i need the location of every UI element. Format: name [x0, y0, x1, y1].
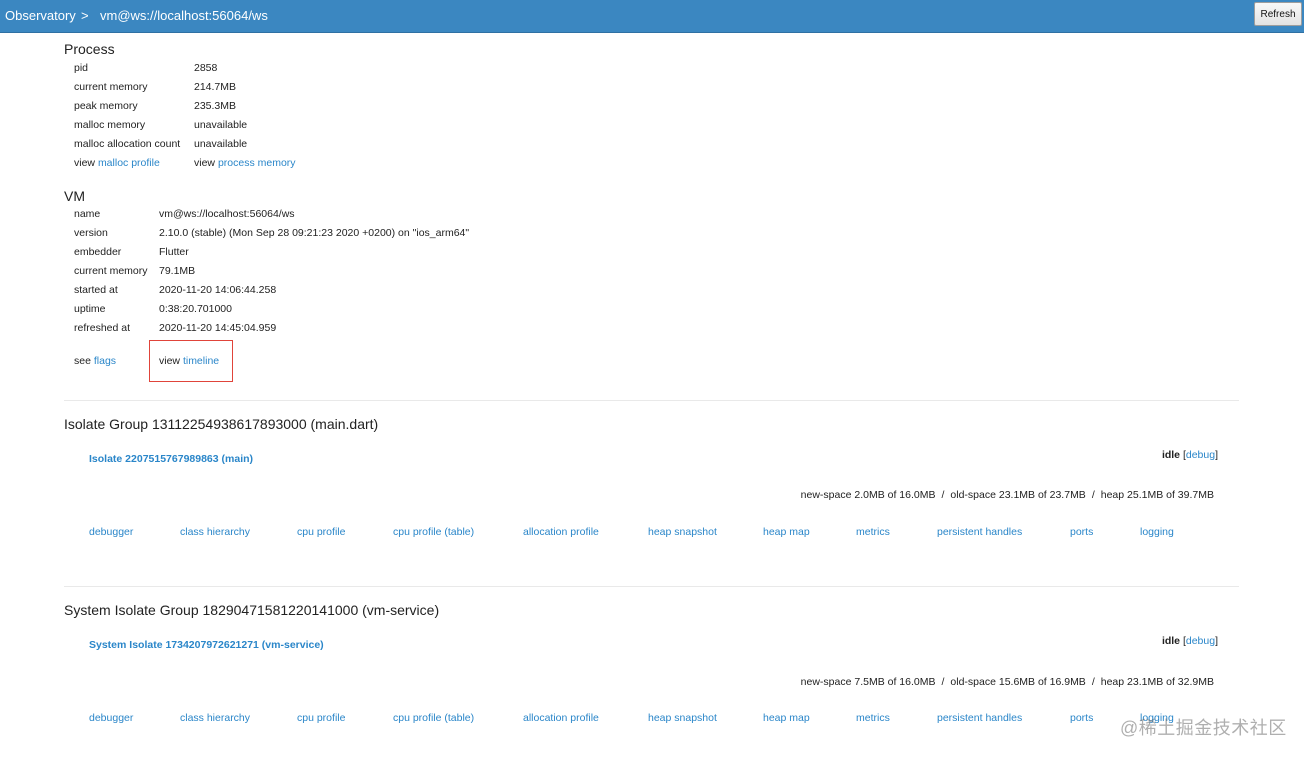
vm-refreshed-at-label: refreshed at — [74, 322, 131, 334]
new-space-usage: new-space 2.0MB of 16.0MB — [800, 489, 936, 501]
view-malloc-profile: view malloc profile — [74, 157, 160, 169]
refresh-button[interactable]: Refresh — [1254, 2, 1302, 26]
vm-embedder-label: embedder — [74, 246, 122, 258]
flags-link[interactable]: flags — [94, 355, 116, 367]
malloc-profile-link[interactable]: malloc profile — [98, 157, 160, 169]
heap-snapshot-link[interactable]: heap snapshot — [648, 526, 717, 538]
view-prefix: view — [194, 157, 216, 169]
process-peak-memory-label: peak memory — [74, 100, 138, 112]
isolate-links-row: debugger class hierarchy cpu profile cpu… — [0, 712, 1304, 726]
isolate-links-row: debugger class hierarchy cpu profile cpu… — [0, 526, 1304, 540]
process-pid-value: 2858 — [194, 62, 218, 74]
heap-snapshot-link[interactable]: heap snapshot — [648, 712, 717, 724]
process-current-memory-label: current memory — [74, 81, 148, 93]
vm-section-title: VM — [64, 188, 85, 204]
vm-uptime-label: uptime — [74, 303, 106, 315]
process-memory-link[interactable]: process memory — [218, 157, 296, 169]
cpu-profile-link[interactable]: cpu profile — [297, 712, 345, 724]
process-peak-memory-value: 235.3MB — [194, 100, 237, 112]
breadcrumb-vm[interactable]: vm@ws://localhost:56064/ws — [100, 8, 268, 23]
vm-current-memory-value: 79.1MB — [159, 265, 196, 277]
vm-name-label: name — [74, 208, 101, 220]
vm-version-value: 2.10.0 (stable) (Mon Sep 28 09:21:23 202… — [159, 227, 470, 239]
process-malloc-memory-value: unavailable — [194, 119, 248, 131]
vm-uptime-value: 0:38:20.701000 — [159, 303, 232, 315]
allocation-profile-link[interactable]: allocation profile — [523, 526, 599, 538]
process-malloc-memory-label: malloc memory — [74, 119, 146, 131]
metrics-link[interactable]: metrics — [856, 526, 890, 538]
top-nav-bar: Observatory > vm@ws://localhost:56064/ws… — [0, 0, 1304, 33]
ports-link[interactable]: ports — [1070, 712, 1093, 724]
vm-refreshed-at-value: 2020-11-20 14:45:04.959 — [159, 322, 277, 334]
old-space-usage: old-space 23.1MB of 23.7MB — [950, 489, 1086, 501]
vm-embedder-value: Flutter — [159, 246, 189, 258]
memory-separator: / — [1091, 676, 1095, 688]
ports-link[interactable]: ports — [1070, 526, 1093, 538]
vm-version-label: version — [74, 227, 108, 239]
process-malloc-count-value: unavailable — [194, 138, 248, 150]
cpu-profile-table-link[interactable]: cpu profile (table) — [393, 526, 474, 538]
status-text: idle — [1161, 635, 1181, 647]
vm-started-at-label: started at — [74, 284, 118, 296]
cpu-profile-link[interactable]: cpu profile — [297, 526, 345, 538]
see-prefix: see — [74, 355, 91, 367]
logging-link[interactable]: logging — [1140, 526, 1174, 538]
debug-link[interactable]: debug — [1186, 635, 1215, 647]
section-divider — [64, 400, 1239, 401]
isolate-status: idle [debug] — [1161, 449, 1218, 461]
process-current-memory-value: 214.7MB — [194, 81, 237, 93]
debug-link[interactable]: debug — [1186, 449, 1215, 461]
cpu-profile-table-link[interactable]: cpu profile (table) — [393, 712, 474, 724]
memory-separator: / — [1091, 489, 1095, 501]
heap-map-link[interactable]: heap map — [763, 526, 810, 538]
heap-usage: heap 25.1MB of 39.7MB — [1100, 489, 1214, 501]
isolate-memory-summary: new-space 7.5MB of 16.0MB / old-space 15.6… — [801, 676, 1214, 688]
memory-separator: / — [941, 489, 945, 501]
view-timeline: view timeline — [159, 355, 219, 367]
section-divider — [64, 586, 1239, 587]
process-pid-label: pid — [74, 62, 89, 74]
timeline-link[interactable]: timeline — [183, 355, 219, 367]
isolate-memory-summary: new-space 2.0MB of 16.0MB / old-space 23.1… — [801, 489, 1214, 501]
view-prefix: view — [159, 355, 181, 367]
breadcrumb-separator: > — [81, 8, 89, 23]
status-text: idle — [1161, 449, 1181, 461]
allocation-profile-link[interactable]: allocation profile — [523, 712, 599, 724]
vm-current-memory-label: current memory — [74, 265, 148, 277]
process-section-title: Process — [64, 41, 115, 57]
view-prefix: view — [74, 157, 96, 169]
isolate-group-title: Isolate Group 13112254938617893000 (main… — [64, 416, 379, 432]
heap-usage: heap 23.1MB of 32.9MB — [1100, 676, 1214, 688]
persistent-handles-link[interactable]: persistent handles — [937, 712, 1022, 724]
watermark-text: @稀土掘金技术社区 — [1120, 718, 1287, 738]
persistent-handles-link[interactable]: persistent handles — [937, 526, 1022, 538]
isolate-status: idle [debug] — [1161, 635, 1218, 647]
class-hierarchy-link[interactable]: class hierarchy — [180, 526, 250, 538]
isolate-link[interactable]: Isolate 2207515767989863 (main) — [89, 453, 253, 465]
debugger-link[interactable]: debugger — [89, 712, 133, 724]
old-space-usage: old-space 15.6MB of 16.9MB — [950, 676, 1086, 688]
view-process-memory: view process memory — [194, 157, 296, 169]
process-malloc-count-label: malloc allocation count — [74, 138, 181, 150]
breadcrumb-observatory[interactable]: Observatory — [5, 8, 76, 23]
memory-separator: / — [941, 676, 945, 688]
system-isolate-link[interactable]: System Isolate 1734207972621271 (vm-serv… — [89, 639, 324, 651]
metrics-link[interactable]: metrics — [856, 712, 890, 724]
class-hierarchy-link[interactable]: class hierarchy — [180, 712, 250, 724]
see-flags: see flags — [74, 355, 116, 367]
system-isolate-group-title: System Isolate Group 1829047158122014100… — [64, 602, 440, 618]
vm-started-at-value: 2020-11-20 14:06:44.258 — [159, 284, 277, 296]
heap-map-link[interactable]: heap map — [763, 712, 810, 724]
debugger-link[interactable]: debugger — [89, 526, 133, 538]
new-space-usage: new-space 7.5MB of 16.0MB — [800, 676, 936, 688]
vm-name-value: vm@ws://localhost:56064/ws — [159, 208, 295, 220]
